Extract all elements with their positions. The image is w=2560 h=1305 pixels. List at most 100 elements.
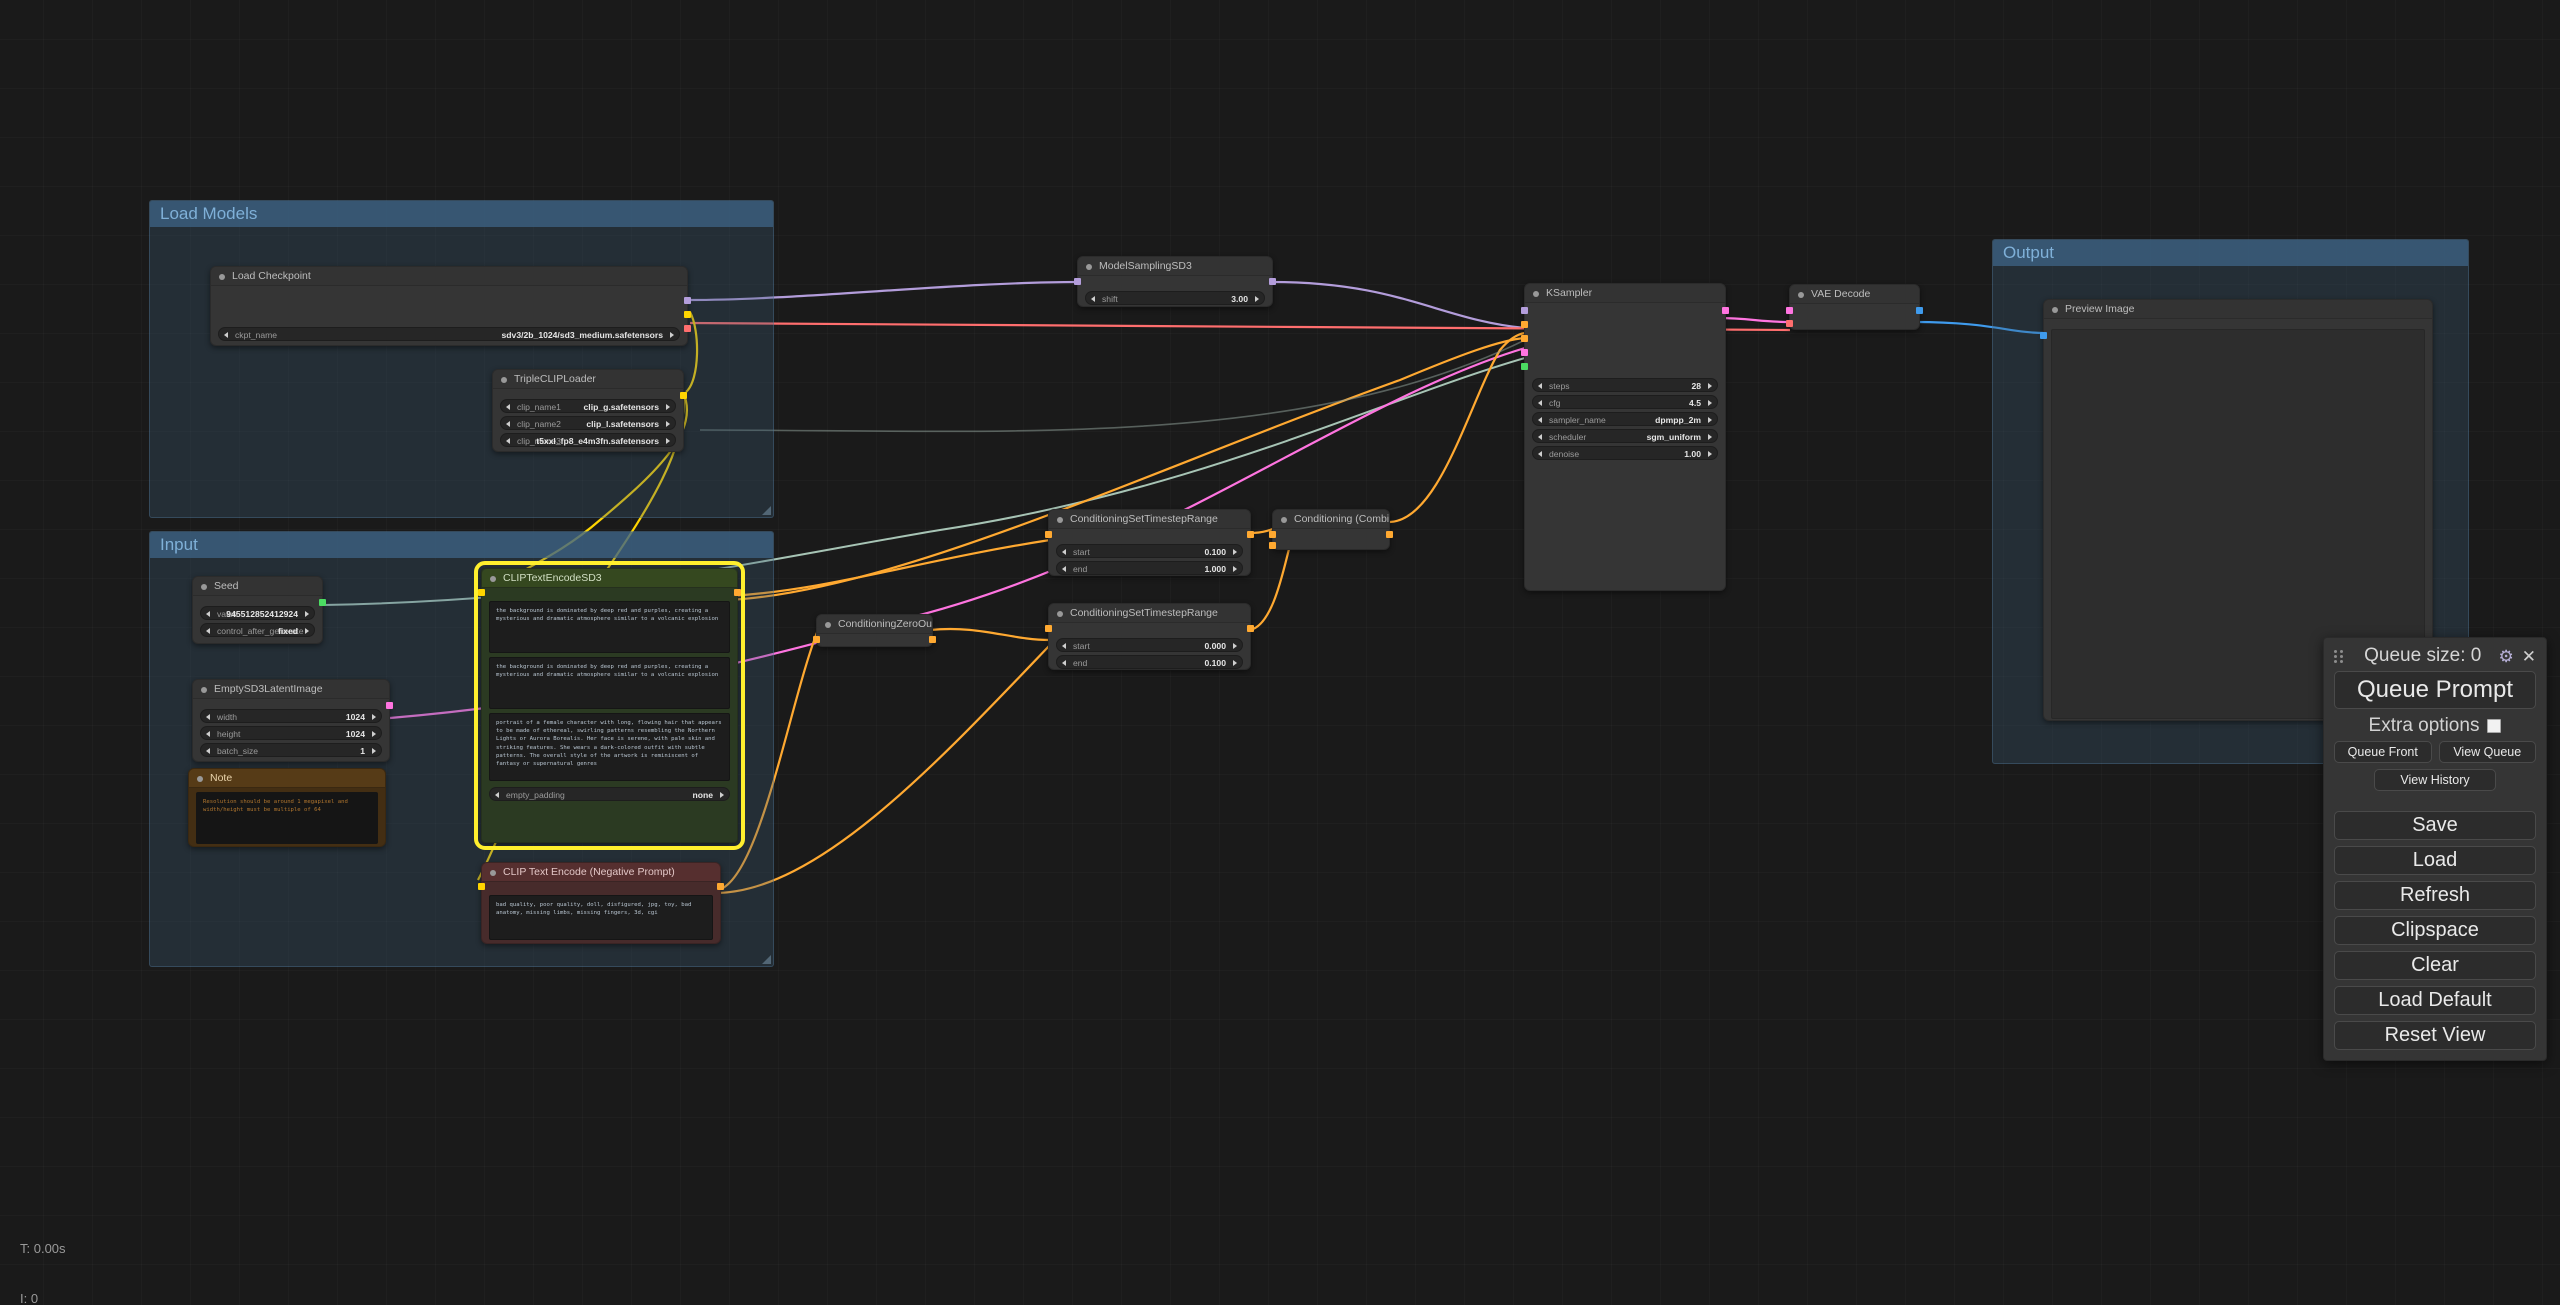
port-in-conditioning-2[interactable] <box>1269 542 1276 549</box>
arrow-left-icon[interactable] <box>506 404 510 410</box>
widget-seed-value[interactable]: value 945512852412924 <box>200 606 315 620</box>
widget-height[interactable]: height 1024 <box>200 726 382 740</box>
widget-scheduler[interactable]: scheduler sgm_uniform <box>1532 429 1718 443</box>
load-default-button[interactable]: Load Default <box>2334 986 2536 1015</box>
arrow-right-icon[interactable] <box>666 421 670 427</box>
port-out-int[interactable] <box>319 599 326 606</box>
port-out-conditioning[interactable] <box>1247 625 1254 632</box>
port-out-conditioning[interactable] <box>1247 531 1254 538</box>
port-out-conditioning[interactable] <box>717 883 724 890</box>
group-resize-handle[interactable] <box>762 955 771 964</box>
node-collapse-dot[interactable] <box>219 274 225 280</box>
widget-batch-size[interactable]: batch_size 1 <box>200 743 382 757</box>
workflow-canvas[interactable]: Load Models Input Output Load Checkpoint… <box>0 0 2560 1305</box>
arrow-left-icon[interactable] <box>206 748 210 754</box>
arrow-left-icon[interactable] <box>1538 451 1542 457</box>
node-collapse-dot[interactable] <box>201 584 207 590</box>
extra-options-row[interactable]: Extra options <box>2334 709 2536 741</box>
arrow-right-icon[interactable] <box>1233 660 1237 666</box>
refresh-button[interactable]: Refresh <box>2334 881 2536 910</box>
port-in-latent[interactable] <box>1521 349 1528 356</box>
reset-view-button[interactable]: Reset View <box>2334 1021 2536 1050</box>
widget-start[interactable]: start 0.100 <box>1056 544 1243 558</box>
node-collapse-dot[interactable] <box>197 776 203 782</box>
close-icon[interactable]: ✕ <box>2522 648 2536 665</box>
arrow-right-icon[interactable] <box>1708 400 1712 406</box>
arrow-left-icon[interactable] <box>1062 643 1066 649</box>
arrow-right-icon[interactable] <box>666 438 670 444</box>
widget-cfg[interactable]: cfg 4.5 <box>1532 395 1718 409</box>
arrow-right-icon[interactable] <box>305 611 309 617</box>
clipspace-button[interactable]: Clipspace <box>2334 916 2536 945</box>
arrow-left-icon[interactable] <box>495 792 499 798</box>
arrow-right-icon[interactable] <box>1708 434 1712 440</box>
node-seed[interactable]: Seed value 945512852412924 control_after… <box>192 576 326 644</box>
widget-clip-name3[interactable]: clip_name3 t5xxl_fp8_e4m3fn.safetensors <box>500 433 676 447</box>
arrow-left-icon[interactable] <box>1062 566 1066 572</box>
port-in-clip[interactable] <box>478 589 485 596</box>
widget-clip-name2[interactable]: clip_name2 clip_l.safetensors <box>500 416 676 430</box>
arrow-left-icon[interactable] <box>506 421 510 427</box>
port-in-conditioning[interactable] <box>1045 531 1052 538</box>
arrow-left-icon[interactable] <box>224 332 228 338</box>
arrow-left-icon[interactable] <box>206 714 210 720</box>
arrow-right-icon[interactable] <box>1233 566 1237 572</box>
negative-prompt-input[interactable]: bad quality, poor quality, doll, disfigu… <box>489 895 713 940</box>
port-out-conditioning[interactable] <box>1386 531 1393 538</box>
port-out-latent[interactable] <box>1722 307 1729 314</box>
port-in-model[interactable] <box>1521 307 1528 314</box>
widget-denoise[interactable]: denoise 1.00 <box>1532 446 1718 460</box>
node-conditioning-set-timestep-range-2[interactable]: ConditioningSetTimestepRange start 0.000… <box>1045 603 1254 670</box>
arrow-right-icon[interactable] <box>1255 296 1259 302</box>
arrow-right-icon[interactable] <box>670 332 674 338</box>
widget-empty-padding[interactable]: empty_padding none <box>489 787 730 801</box>
arrow-right-icon[interactable] <box>1233 643 1237 649</box>
arrow-right-icon[interactable] <box>720 792 724 798</box>
node-collapse-dot[interactable] <box>1798 292 1804 298</box>
note-text[interactable]: Resolution should be around 1 megapixel … <box>196 792 378 844</box>
clear-button[interactable]: Clear <box>2334 951 2536 980</box>
widget-end[interactable]: end 0.100 <box>1056 655 1243 669</box>
node-load-checkpoint[interactable]: Load Checkpoint ckpt_name sdv3/2b_1024/s… <box>210 266 691 346</box>
arrow-right-icon[interactable] <box>305 628 309 634</box>
arrow-right-icon[interactable] <box>1708 383 1712 389</box>
node-collapse-dot[interactable] <box>1281 517 1287 523</box>
prompt-clip-g-input[interactable]: the background is dominated by deep red … <box>489 601 730 653</box>
port-in-conditioning[interactable] <box>1045 625 1052 632</box>
node-triple-clip-loader[interactable]: TripleCLIPLoader clip_name1 clip_g.safet… <box>492 369 687 452</box>
arrow-right-icon[interactable] <box>372 714 376 720</box>
node-conditioning-zero-out[interactable]: ConditioningZeroOut <box>813 614 936 647</box>
arrow-left-icon[interactable] <box>506 438 510 444</box>
arrow-left-icon[interactable] <box>1062 549 1066 555</box>
arrow-left-icon[interactable] <box>206 628 210 634</box>
view-queue-button[interactable]: View Queue <box>2438 741 2536 763</box>
group-load-models[interactable]: Load Models <box>149 200 774 518</box>
port-in-conditioning[interactable] <box>813 636 820 643</box>
arrow-right-icon[interactable] <box>1708 451 1712 457</box>
node-collapse-dot[interactable] <box>2052 307 2058 313</box>
widget-sampler-name[interactable]: sampler_name dpmpp_2m <box>1532 412 1718 426</box>
node-model-sampling-sd3[interactable]: ModelSamplingSD3 shift 3.00 <box>1074 256 1276 307</box>
node-collapse-dot[interactable] <box>1086 264 1092 270</box>
arrow-right-icon[interactable] <box>372 731 376 737</box>
node-collapse-dot[interactable] <box>1057 517 1063 523</box>
load-button[interactable]: Load <box>2334 846 2536 875</box>
arrow-left-icon[interactable] <box>1538 400 1542 406</box>
drag-handle-icon[interactable] <box>2334 649 2345 663</box>
port-in-positive[interactable] <box>1521 321 1528 328</box>
port-out-conditioning[interactable] <box>734 589 741 596</box>
prompt-clip-l-input[interactable]: the background is dominated by deep red … <box>489 657 730 709</box>
widget-clip-name1[interactable]: clip_name1 clip_g.safetensors <box>500 399 676 413</box>
port-out-image[interactable] <box>1916 307 1923 314</box>
port-out-vae[interactable] <box>684 325 691 332</box>
node-collapse-dot[interactable] <box>1057 611 1063 617</box>
node-vae-decode[interactable]: VAE Decode <box>1786 284 1923 330</box>
node-collapse-dot[interactable] <box>501 377 507 383</box>
node-clip-text-encode-negative[interactable]: CLIP Text Encode (Negative Prompt) bad q… <box>478 862 724 944</box>
widget-end[interactable]: end 1.000 <box>1056 561 1243 575</box>
node-collapse-dot[interactable] <box>201 687 207 693</box>
save-button[interactable]: Save <box>2334 811 2536 840</box>
port-in-conditioning-1[interactable] <box>1269 531 1276 538</box>
arrow-right-icon[interactable] <box>1233 549 1237 555</box>
node-note[interactable]: Note Resolution should be around 1 megap… <box>188 768 386 847</box>
